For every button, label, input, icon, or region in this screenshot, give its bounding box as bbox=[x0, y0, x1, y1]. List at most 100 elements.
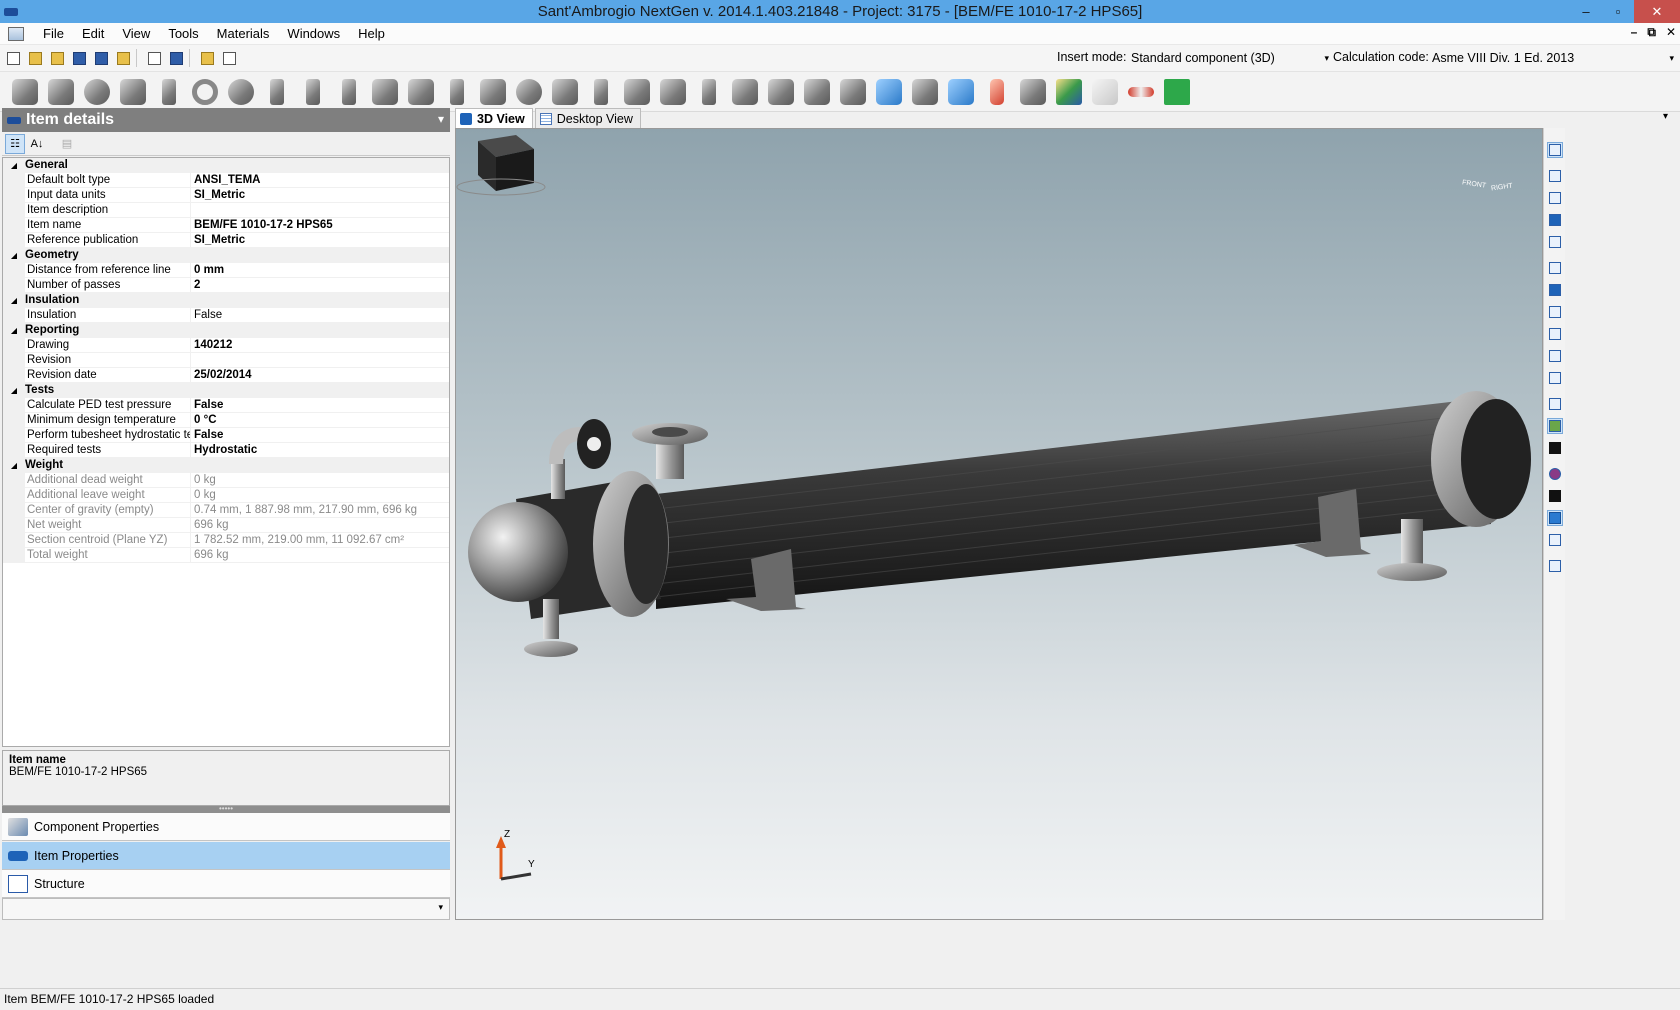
cylinder-shell-icon[interactable] bbox=[10, 77, 40, 107]
calculation-code-select[interactable]: Asme VIII Div. 1 Ed. 2013 ▾ bbox=[1432, 48, 1676, 68]
collapse-triangle-icon[interactable]: ◢ bbox=[3, 293, 25, 308]
chevron-down-icon[interactable]: ▾ bbox=[438, 902, 443, 913]
new-folder-icon[interactable] bbox=[26, 49, 44, 67]
save-icon[interactable] bbox=[70, 49, 88, 67]
property-row[interactable]: Additional leave weight 0 kg bbox=[3, 488, 449, 503]
property-value[interactable] bbox=[191, 203, 449, 218]
menu-windows[interactable]: Windows bbox=[278, 26, 349, 41]
property-value[interactable]: Hydrostatic bbox=[191, 443, 449, 458]
top-view-icon[interactable] bbox=[1547, 348, 1563, 364]
property-value[interactable]: 2 bbox=[191, 278, 449, 293]
report-book-icon[interactable] bbox=[1018, 77, 1048, 107]
new-file-icon[interactable] bbox=[4, 49, 22, 67]
nozzle-flanged-icon[interactable] bbox=[298, 77, 328, 107]
windows-icon[interactable] bbox=[220, 49, 238, 67]
property-row[interactable]: Minimum design temperature 0 °C bbox=[3, 413, 449, 428]
property-row[interactable]: Revision date 25/02/2014 bbox=[3, 368, 449, 383]
tab-3d-view[interactable]: 3D View bbox=[455, 108, 533, 128]
glass-icon[interactable] bbox=[1090, 77, 1120, 107]
property-value[interactable]: 0.74 mm, 1 887.98 mm, 217.90 mm, 696 kg bbox=[191, 503, 449, 518]
ring-flange-icon[interactable] bbox=[190, 77, 220, 107]
property-value[interactable]: 140212 bbox=[191, 338, 449, 353]
side-view-icon[interactable] bbox=[1547, 326, 1563, 342]
property-value[interactable]: False bbox=[191, 398, 449, 413]
property-row[interactable]: Required tests Hydrostatic bbox=[3, 443, 449, 458]
collapse-triangle-icon[interactable]: ◢ bbox=[3, 458, 25, 473]
alphabetical-sort-icon[interactable]: A↓ bbox=[27, 134, 47, 154]
menu-help[interactable]: Help bbox=[349, 26, 394, 41]
leg-support-icon[interactable] bbox=[442, 77, 472, 107]
3d-viewport[interactable]: FRONT RIGHT Z Y bbox=[455, 128, 1543, 920]
menu-tools[interactable]: Tools bbox=[159, 26, 207, 41]
email-icon[interactable] bbox=[167, 49, 185, 67]
export-image-icon[interactable] bbox=[1547, 558, 1563, 574]
elliptical-head-icon[interactable] bbox=[82, 77, 112, 107]
property-row[interactable]: Section centroid (Plane YZ) 1 782.52 mm, … bbox=[3, 533, 449, 548]
property-value[interactable]: SI_Metric bbox=[191, 233, 449, 248]
property-value[interactable]: 0 mm bbox=[191, 263, 449, 278]
pan-hand-icon[interactable] bbox=[1547, 234, 1563, 250]
dimension-icon[interactable] bbox=[1547, 532, 1563, 548]
nav-structure[interactable]: Structure bbox=[2, 870, 450, 898]
property-row[interactable]: Insulation False bbox=[3, 308, 449, 323]
property-value[interactable]: 25/02/2014 bbox=[191, 368, 449, 383]
document-system-icon[interactable] bbox=[8, 26, 24, 41]
puzzle-assembly-icon[interactable] bbox=[766, 77, 796, 107]
item-properties-tool-icon[interactable] bbox=[946, 77, 976, 107]
collapse-triangle-icon[interactable]: ◢ bbox=[3, 383, 25, 398]
property-row[interactable]: Default bolt type ANSI_TEMA bbox=[3, 173, 449, 188]
solid-icon[interactable] bbox=[1547, 440, 1563, 456]
section-icon[interactable] bbox=[1547, 488, 1563, 504]
export-icon[interactable] bbox=[114, 49, 132, 67]
puzzle-component-icon[interactable] bbox=[730, 77, 760, 107]
thermometer-icon[interactable] bbox=[982, 77, 1012, 107]
seismic-icon[interactable] bbox=[1162, 77, 1192, 107]
property-value[interactable]: 696 kg bbox=[191, 548, 449, 563]
property-value[interactable] bbox=[191, 353, 449, 368]
collapse-triangle-icon[interactable]: ◢ bbox=[3, 248, 25, 263]
property-row[interactable]: Additional dead weight 0 kg bbox=[3, 473, 449, 488]
nav-component-properties[interactable]: Component Properties bbox=[2, 813, 450, 841]
jacket-icon[interactable] bbox=[478, 77, 508, 107]
shaded-icon[interactable] bbox=[1547, 418, 1563, 434]
collapse-triangle-icon[interactable]: ◢ bbox=[3, 158, 25, 173]
tube-bundle-icon[interactable] bbox=[694, 77, 724, 107]
property-row[interactable]: Center of gravity (empty) 0.74 mm, 1 887.… bbox=[3, 503, 449, 518]
print-preview-icon[interactable] bbox=[145, 49, 163, 67]
mdi-close-button[interactable]: ✕ bbox=[1666, 25, 1676, 40]
tabs-menu-icon[interactable]: ▾ bbox=[1663, 111, 1668, 122]
property-value[interactable]: 696 kg bbox=[191, 518, 449, 533]
windsock-icon[interactable] bbox=[1126, 77, 1156, 107]
property-value[interactable]: ANSI_TEMA bbox=[191, 173, 449, 188]
property-row[interactable]: Item description bbox=[3, 203, 449, 218]
puzzle-link-icon[interactable] bbox=[838, 77, 868, 107]
property-row[interactable]: Calculate PED test pressure False bbox=[3, 398, 449, 413]
collapse-triangle-icon[interactable]: ◢ bbox=[3, 323, 25, 338]
mdi-minimize-button[interactable]: – bbox=[1631, 25, 1638, 40]
conical-shell-icon[interactable] bbox=[46, 77, 76, 107]
spherical-head-icon[interactable] bbox=[226, 77, 256, 107]
property-category[interactable]: ◢ Insulation bbox=[3, 293, 449, 308]
select-pointer-icon[interactable] bbox=[1547, 142, 1563, 158]
pipe-route-icon[interactable] bbox=[910, 77, 940, 107]
property-row[interactable]: Total weight 696 kg bbox=[3, 548, 449, 563]
property-value[interactable]: 0 kg bbox=[191, 473, 449, 488]
books-icon[interactable] bbox=[1054, 77, 1084, 107]
property-category[interactable]: ◢ Tests bbox=[3, 383, 449, 398]
tubesheet-icon[interactable] bbox=[586, 77, 616, 107]
wireframe-icon[interactable] bbox=[1547, 396, 1563, 412]
property-value[interactable]: 0 °C bbox=[191, 413, 449, 428]
material-icon[interactable] bbox=[1547, 466, 1563, 482]
property-row[interactable]: Distance from reference line 0 mm bbox=[3, 263, 449, 278]
app-icon[interactable] bbox=[4, 7, 18, 16]
zoom-icon[interactable] bbox=[1547, 168, 1563, 184]
water-level-icon[interactable] bbox=[1547, 510, 1563, 526]
property-row[interactable]: Number of passes 2 bbox=[3, 278, 449, 293]
menu-edit[interactable]: Edit bbox=[73, 26, 113, 41]
minimize-button[interactable]: – bbox=[1570, 0, 1602, 23]
flat-plate-icon[interactable] bbox=[154, 77, 184, 107]
property-category[interactable]: ◢ Geometry bbox=[3, 248, 449, 263]
save-all-icon[interactable] bbox=[92, 49, 110, 67]
panel-menu-icon[interactable]: ▾ bbox=[438, 112, 444, 126]
property-value[interactable]: False bbox=[191, 308, 449, 323]
